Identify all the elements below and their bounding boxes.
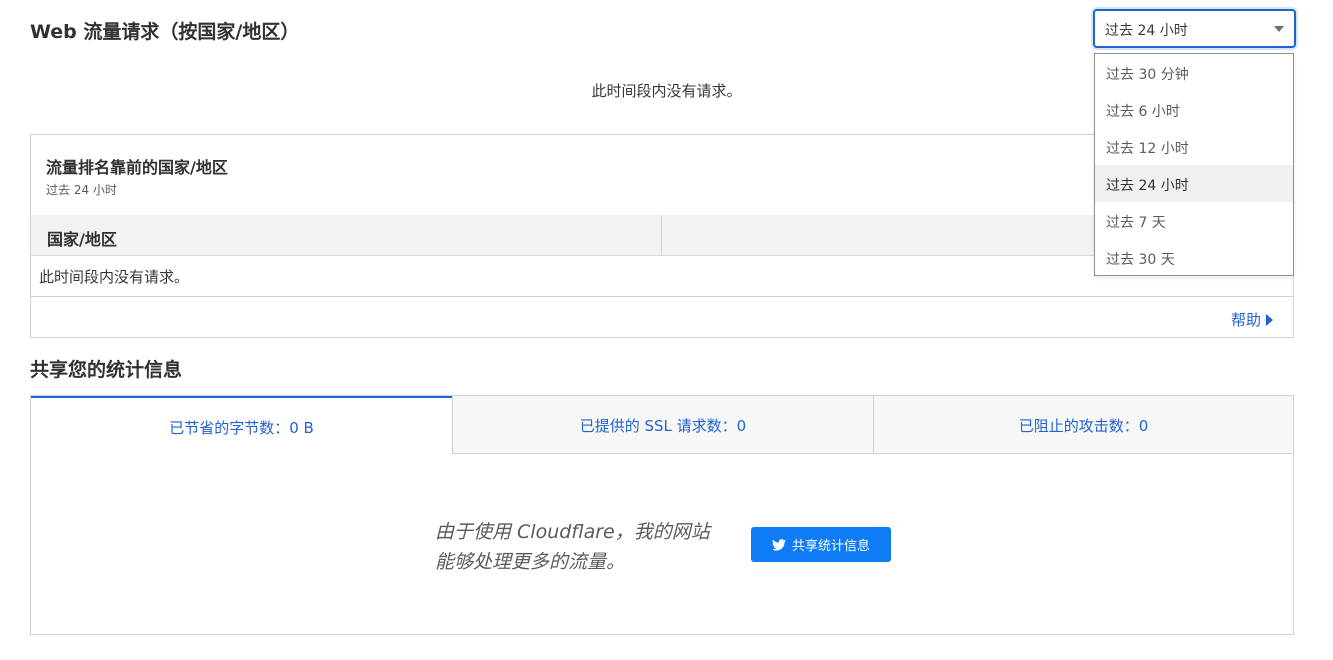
tab-attacks-blocked[interactable]: 已阻止的攻击数：0 [873,396,1293,454]
tab-bytes-saved[interactable]: 已节省的字节数：0 B [31,396,452,454]
table-empty-message: 此时间段内没有请求。 [39,268,190,286]
share-message-line1: 由于使用 Cloudflare，我的网站 [435,521,710,543]
option-30-days[interactable]: 过去 30 天 [1095,239,1293,276]
caret-right-icon [1266,314,1273,326]
tab-ssl-requests[interactable]: 已提供的 SSL 请求数：0 [452,396,873,454]
option-7-days[interactable]: 过去 7 天 [1095,202,1293,239]
option-6-hours[interactable]: 过去 6 小时 [1095,91,1293,128]
option-30-minutes[interactable]: 过去 30 分钟 [1095,54,1293,91]
time-range-value: 过去 24 小时 [1105,23,1188,39]
help-label: 帮助 [1230,311,1261,329]
time-range-select[interactable]: 过去 24 小时 [1093,9,1296,48]
web-traffic-title: Web 流量请求（按国家/地区） [30,21,300,43]
option-12-hours[interactable]: 过去 12 小时 [1095,128,1293,165]
share-message: 由于使用 Cloudflare，我的网站 能够处理更多的流量。 [435,517,710,577]
divider [31,296,1293,297]
share-message-line2: 能够处理更多的流量。 [435,551,626,573]
top-countries-subtitle: 过去 24 小时 [46,183,117,197]
share-stats-button[interactable]: 共享统计信息 [751,527,891,562]
chevron-down-icon [1274,26,1284,32]
help-link[interactable]: 帮助 [1231,309,1273,330]
share-stats-title: 共享您的统计信息 [30,359,183,381]
share-stats-card: 已节省的字节数：0 B 已提供的 SSL 请求数：0 已阻止的攻击数：0 由于使… [30,395,1294,635]
top-countries-title: 流量排名靠前的国家/地区 [46,158,228,177]
stats-tabs: 已节省的字节数：0 B 已提供的 SSL 请求数：0 已阻止的攻击数：0 [31,396,1293,454]
option-24-hours[interactable]: 过去 24 小时 [1095,165,1293,202]
column-divider [661,215,662,256]
time-range-dropdown: 过去 30 分钟 过去 6 小时 过去 12 小时 过去 24 小时 过去 7 … [1094,53,1294,276]
share-button-label: 共享统计信息 [791,538,870,553]
column-header-country[interactable]: 国家/地区 [47,226,117,250]
twitter-icon [771,538,786,551]
